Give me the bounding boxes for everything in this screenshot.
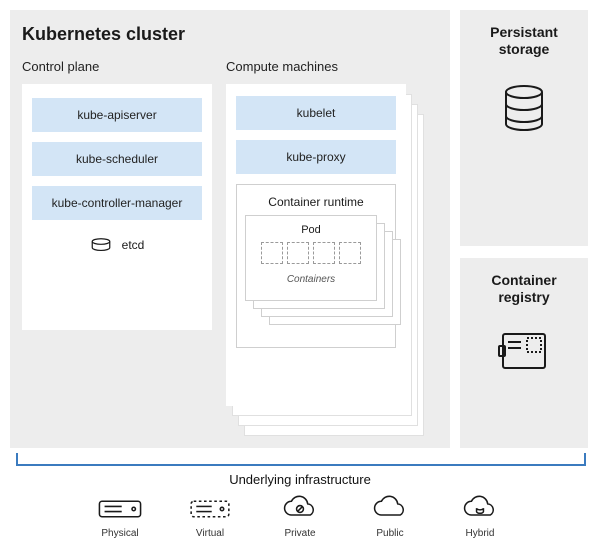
component-kubelet: kubelet (236, 96, 396, 130)
infra-label: Physical (101, 528, 138, 539)
cluster-title: Kubernetes cluster (22, 24, 438, 45)
title-line: Container (491, 272, 556, 288)
control-plane-heading: Control plane (22, 59, 212, 74)
compute-machine-stack: kubelet kube-proxy Container runtime Pod (226, 84, 422, 444)
infra-label: Virtual (196, 528, 224, 539)
etcd-label: etcd (122, 238, 145, 252)
control-plane-section: Control plane kube-apiserver kube-schedu… (22, 59, 212, 444)
title-line: Persistant (490, 24, 558, 40)
persistent-storage-panel: Persistant storage (460, 10, 588, 246)
registry-icon (497, 328, 551, 374)
containers-row (252, 242, 370, 264)
infra-item-public: Public (366, 494, 414, 539)
component-kube-controller-manager: kube-controller-manager (32, 186, 202, 220)
container-registry-panel: Container registry (460, 258, 588, 448)
virtual-server-icon (186, 494, 234, 524)
compute-machine-card: kubelet kube-proxy Container runtime Pod (226, 84, 406, 406)
pod-stack: Pod Containers (245, 215, 387, 325)
etcd-row: etcd (32, 238, 202, 252)
title-line: registry (498, 289, 549, 305)
container-registry-title: Container registry (470, 272, 578, 306)
infra-label: Private (284, 528, 315, 539)
infra-item-hybrid: Hybrid (456, 494, 504, 539)
infra-label: Hybrid (466, 528, 495, 539)
cluster-columns: Control plane kube-apiserver kube-schedu… (22, 59, 438, 444)
infra-item-private: Private (276, 494, 324, 539)
pod-card: Pod Containers (245, 215, 377, 301)
hybrid-cloud-icon (456, 494, 504, 524)
containers-label: Containers (252, 274, 370, 285)
infra-label: Public (376, 528, 403, 539)
container-box (287, 242, 309, 264)
storage-icon (497, 80, 551, 134)
private-cloud-icon (276, 494, 324, 524)
infra-title: Underlying infrastructure (0, 472, 600, 487)
etcd-icon (90, 238, 112, 252)
container-runtime-block: Container runtime Pod (236, 184, 396, 348)
title-line: storage (499, 41, 550, 57)
infra-item-physical: Physical (96, 494, 144, 539)
container-runtime-title: Container runtime (245, 195, 387, 209)
bracket-icon (16, 452, 586, 466)
public-cloud-icon (366, 494, 414, 524)
component-kube-apiserver: kube-apiserver (32, 98, 202, 132)
infra-row: Physical Virtual Private (0, 494, 600, 539)
control-plane-panel: kube-apiserver kube-scheduler kube-contr… (22, 84, 212, 330)
physical-server-icon (96, 494, 144, 524)
component-kube-scheduler: kube-scheduler (32, 142, 202, 176)
kubernetes-cluster-panel: Kubernetes cluster Control plane kube-ap… (10, 10, 450, 448)
component-kube-proxy: kube-proxy (236, 140, 396, 174)
persistent-storage-title: Persistant storage (470, 24, 578, 58)
pod-title: Pod (252, 224, 370, 236)
compute-heading: Compute machines (226, 59, 438, 74)
infra-item-virtual: Virtual (186, 494, 234, 539)
container-box (261, 242, 283, 264)
compute-machines-section: Compute machines kubelet kube-proxy Cont… (226, 59, 438, 444)
container-box (339, 242, 361, 264)
container-box (313, 242, 335, 264)
